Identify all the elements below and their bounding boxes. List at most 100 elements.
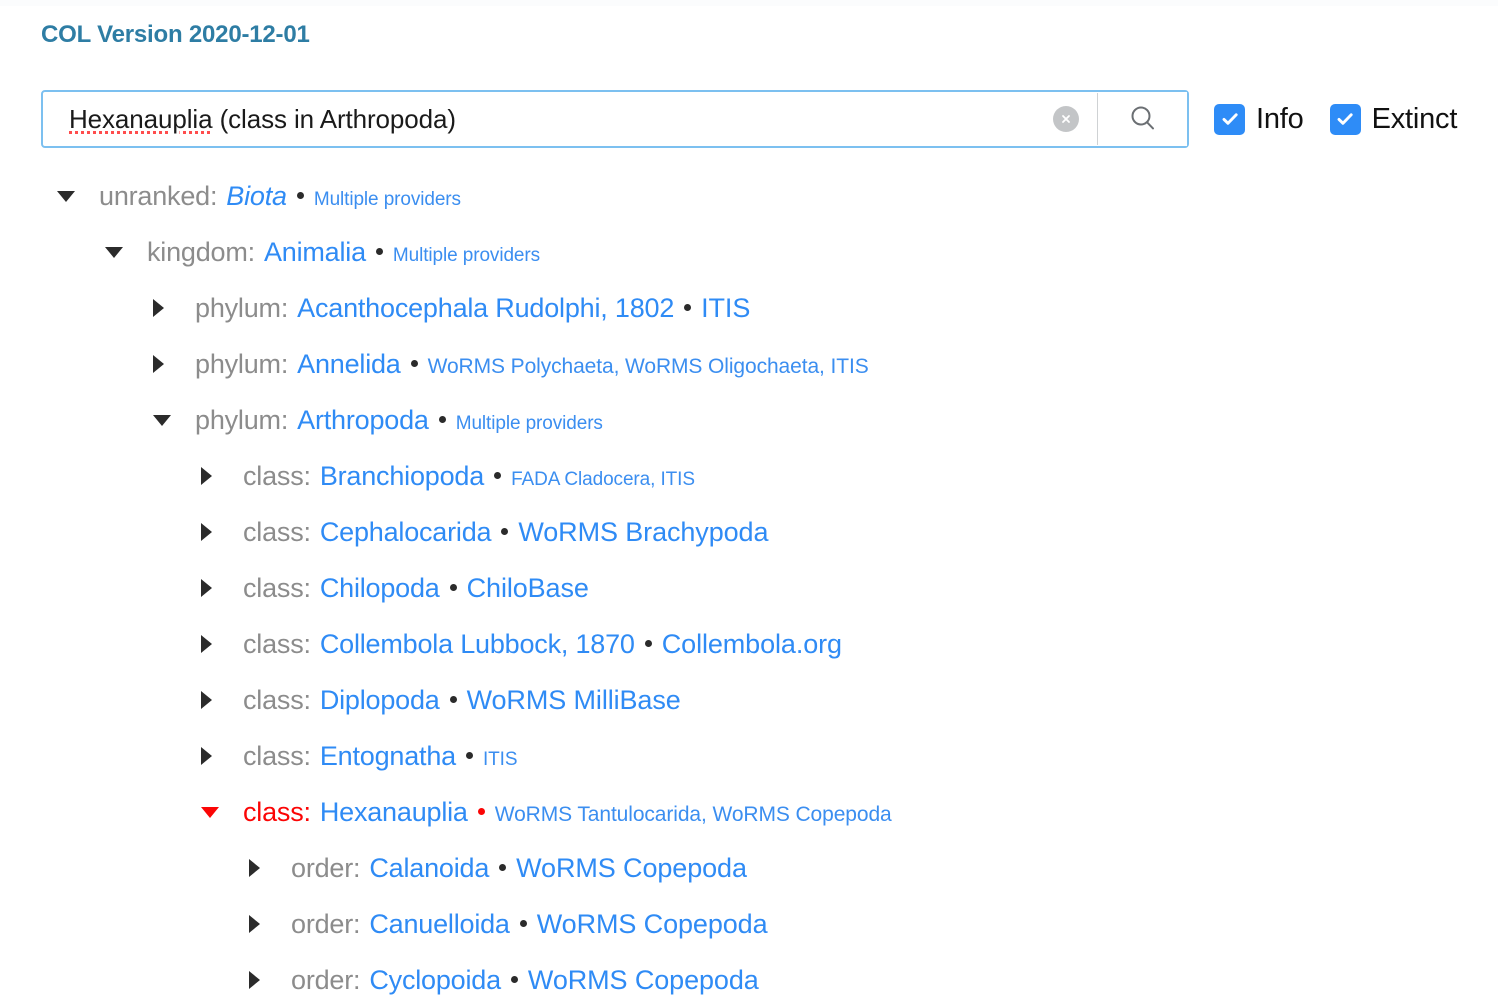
tree-row[interactable]: order: Canuelloida WoRMS Copepoda — [0, 896, 1498, 952]
expand-toggle[interactable] — [201, 467, 231, 485]
taxon-providers-link[interactable]: Multiple providers — [456, 413, 603, 435]
tree-row[interactable]: class: Chilopoda ChiloBase — [0, 560, 1498, 616]
expand-toggle[interactable] — [201, 747, 231, 765]
taxon-name-link[interactable]: Animalia — [264, 237, 366, 268]
taxon-rank: phylum: — [195, 292, 289, 323]
taxon-providers-link[interactable]: Multiple providers — [314, 189, 461, 211]
taxon-name-link[interactable]: Branchiopoda — [320, 461, 484, 492]
taxon-providers-link[interactable]: WoRMS Brachypoda — [518, 517, 768, 548]
separator-dot-icon — [510, 975, 518, 983]
tree-row[interactable]: order: Cyclopoida WoRMS Copepoda — [0, 952, 1498, 1008]
search-box[interactable]: Hexanauplia (class in Arthropoda) — [41, 90, 1189, 148]
taxon-providers-link[interactable]: ChiloBase — [467, 573, 589, 604]
taxon-name-link[interactable]: Cephalocarida — [320, 517, 492, 548]
expand-toggle[interactable] — [201, 579, 231, 597]
expand-toggle[interactable] — [201, 691, 231, 709]
expand-toggle[interactable] — [249, 915, 279, 933]
taxon-providers-link[interactable]: FADA Cladocera, ITIS — [511, 469, 695, 491]
tree-row-label: class: Chilopoda ChiloBase — [243, 573, 589, 604]
tree-row[interactable]: phylum: Annelida WoRMS Polychaeta, WoRMS O… — [0, 336, 1498, 392]
checkmark-icon — [1329, 103, 1361, 135]
taxon-providers-link[interactable]: WoRMS MilliBase — [467, 685, 681, 716]
tree-row-label: phylum: Acanthocephala Rudolphi, 1802 ITIS — [195, 293, 750, 324]
taxonomy-tree: unranked: Biota Multiple providers kingdom:… — [0, 168, 1498, 1008]
taxon-providers-link[interactable]: Multiple providers — [393, 245, 540, 267]
expand-toggle[interactable] — [153, 355, 183, 373]
expand-toggle[interactable] — [201, 635, 231, 653]
separator-dot-icon — [296, 191, 304, 199]
tree-row-label: class: Cephalocarida WoRMS Brachypoda — [243, 517, 768, 548]
taxon-rank: class: — [243, 516, 311, 547]
separator-dot-icon — [438, 415, 446, 423]
collapse-toggle[interactable] — [201, 806, 231, 818]
taxon-providers-link[interactable]: Collembola.org — [662, 629, 842, 660]
tree-row-label: class: Collembola Lubbock, 1870 Collembola… — [243, 629, 842, 660]
tree-row[interactable]: class: Cephalocarida WoRMS Brachypoda — [0, 504, 1498, 560]
taxon-providers-link[interactable]: WoRMS Copepoda — [516, 853, 747, 884]
magnifier-icon — [1127, 103, 1159, 135]
expand-toggle[interactable] — [201, 523, 231, 541]
tree-row[interactable]: class: Diplopoda WoRMS MilliBase — [0, 672, 1498, 728]
triangle-right-icon — [153, 299, 164, 317]
taxon-providers-link[interactable]: ITIS — [483, 749, 518, 771]
tree-row[interactable]: phylum: Arthropoda Multiple providers — [0, 392, 1498, 448]
taxon-name-link[interactable]: Annelida — [297, 349, 401, 380]
search-term-qualifier: (class in Arthropoda) — [212, 103, 456, 134]
collapse-toggle[interactable] — [105, 246, 135, 258]
tree-row[interactable]: kingdom: Animalia Multiple providers — [0, 224, 1498, 280]
tree-row[interactable]: class: Hexanauplia WoRMS Tantulocarida, Wo… — [0, 784, 1498, 840]
triangle-down-icon — [57, 190, 75, 202]
taxon-name-link[interactable]: Arthropoda — [297, 405, 429, 436]
taxon-name-link[interactable]: Acanthocephala Rudolphi, 1802 — [297, 293, 674, 324]
tree-row[interactable]: order: Calanoida WoRMS Copepoda — [0, 840, 1498, 896]
separator-dot-icon — [449, 583, 457, 591]
taxon-providers-link[interactable]: WoRMS Tantulocarida, WoRMS Copepoda — [495, 803, 892, 827]
tree-row-label: phylum: Arthropoda Multiple providers — [195, 405, 603, 436]
search-input[interactable]: Hexanauplia (class in Arthropoda) — [43, 92, 1035, 146]
tree-row[interactable]: unranked: Biota Multiple providers — [0, 168, 1498, 224]
taxon-name-link[interactable]: Hexanauplia — [320, 797, 468, 828]
taxon-name-link[interactable]: Entognatha — [320, 741, 456, 772]
taxon-name-link[interactable]: Collembola Lubbock, 1870 — [320, 629, 635, 660]
checkbox-info[interactable]: Info — [1214, 103, 1304, 136]
tree-row[interactable]: class: Collembola Lubbock, 1870 Collembola… — [0, 616, 1498, 672]
taxon-rank: phylum: — [195, 348, 289, 379]
tree-row[interactable]: class: Branchiopoda FADA Cladocera, ITIS — [0, 448, 1498, 504]
taxon-providers-link[interactable]: WoRMS Copepoda — [528, 965, 759, 996]
triangle-down-icon — [201, 806, 219, 818]
clear-search-button[interactable] — [1035, 92, 1097, 146]
checkbox-extinct[interactable]: Extinct — [1329, 103, 1457, 136]
collapse-toggle[interactable] — [153, 414, 183, 426]
taxon-providers-link[interactable]: WoRMS Copepoda — [537, 909, 768, 940]
taxon-providers-link[interactable]: ITIS — [701, 293, 750, 324]
taxon-rank: class: — [243, 684, 311, 715]
taxon-providers-link[interactable]: WoRMS Polychaeta, WoRMS Oligochaeta, ITI… — [428, 355, 869, 379]
collapse-toggle[interactable] — [57, 190, 87, 202]
expand-toggle[interactable] — [249, 859, 279, 877]
search-submit-button[interactable] — [1098, 92, 1187, 146]
tree-row-label: phylum: Annelida WoRMS Polychaeta, WoRMS O… — [195, 349, 869, 380]
taxon-name-link[interactable]: Chilopoda — [320, 573, 440, 604]
triangle-down-icon — [153, 414, 171, 426]
tree-row[interactable]: class: Entognatha ITIS — [0, 728, 1498, 784]
taxon-name-link[interactable]: Cyclopoida — [369, 965, 501, 996]
separator-dot-icon — [494, 471, 502, 479]
tree-row-label: class: Diplopoda WoRMS MilliBase — [243, 685, 681, 716]
taxon-name-link[interactable]: Biota — [226, 181, 287, 212]
triangle-right-icon — [249, 915, 260, 933]
tree-row[interactable]: phylum: Acanthocephala Rudolphi, 1802 ITIS — [0, 280, 1498, 336]
tree-row-label: class: Entognatha ITIS — [243, 741, 517, 772]
expand-toggle[interactable] — [249, 971, 279, 989]
search-term-misspelled: Hexanauplia — [69, 103, 213, 134]
separator-dot-icon — [410, 359, 418, 367]
taxon-rank: class: — [243, 572, 311, 603]
separator-dot-icon — [477, 807, 485, 815]
expand-toggle[interactable] — [153, 299, 183, 317]
taxon-name-link[interactable]: Canuelloida — [369, 909, 510, 940]
checkmark-icon — [1214, 103, 1245, 135]
separator-dot-icon — [499, 863, 507, 871]
taxon-name-link[interactable]: Diplopoda — [320, 685, 440, 716]
taxon-name-link[interactable]: Calanoida — [369, 853, 489, 884]
tree-row-label: order: Canuelloida WoRMS Copepoda — [291, 909, 768, 940]
page-title: COL Version 2020-12-01 — [41, 21, 310, 48]
